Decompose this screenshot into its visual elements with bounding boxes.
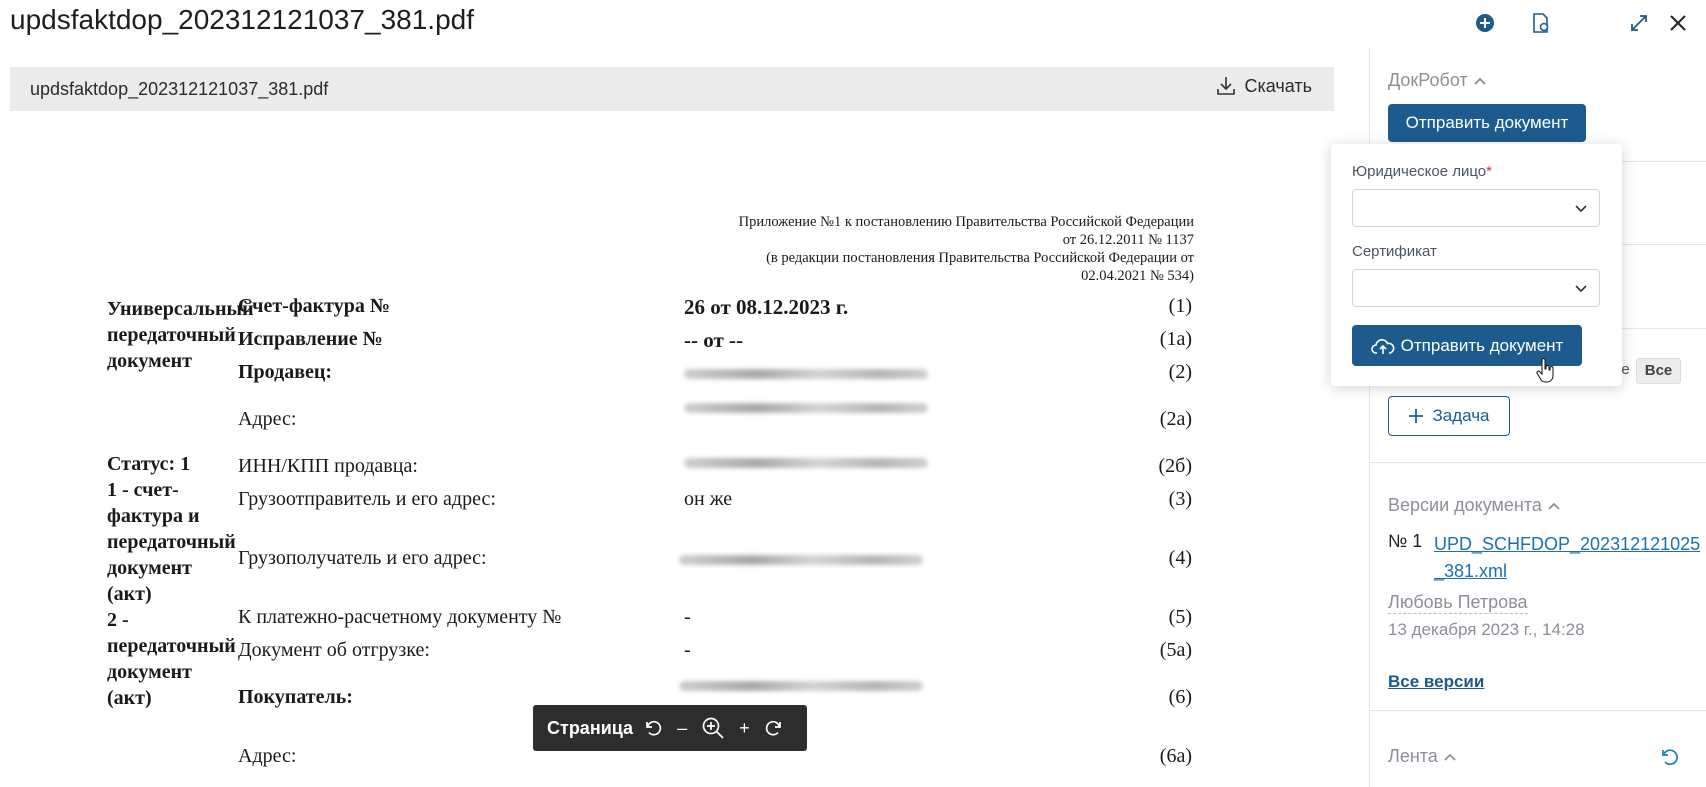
row-number: (3) [1168,488,1192,510]
rotate-right-icon[interactable] [764,718,784,738]
chevron-down-icon [1575,285,1587,293]
chevron-up-icon [1474,77,1486,85]
cloud-upload-icon [1370,338,1395,354]
redacted-value [684,369,928,379]
redacted-value [684,403,928,413]
add-task-button[interactable]: Задача [1388,396,1510,436]
status-line: Статус: 1 [107,453,191,475]
versions-header[interactable]: Версии документа [1388,495,1560,516]
refresh-icon[interactable] [1658,746,1680,768]
row-value: он же [684,488,733,510]
row-label: Документ об отгрузке: [238,639,430,661]
row-label: Грузоотправитель и его адрес: [238,488,496,510]
hand-cursor-icon [1536,358,1554,383]
feed-header[interactable]: Лента [1388,746,1456,767]
add-circle-icon[interactable] [1474,12,1496,34]
redacted-value [684,458,928,468]
expand-icon[interactable] [1628,12,1650,34]
required-mark: * [1486,163,1492,180]
add-task-label: Задача [1432,406,1490,425]
version-author[interactable]: Любовь Петрова [1388,592,1528,614]
download-label: Скачать [1244,75,1313,96]
zoom-in-button[interactable]: + [739,718,750,739]
row-label: ИНН/КПП продавца: [238,455,418,477]
row-number: (6) [1168,686,1192,708]
chevron-up-icon [1548,502,1560,510]
close-icon[interactable] [1667,12,1689,34]
feed-title: Лента [1388,746,1438,766]
row-label: Исправление № [238,328,383,350]
row-label: К платежно-расчетному документу № [238,606,562,628]
divider [1370,462,1706,463]
docrobot-header[interactable]: ДокРобот [1388,70,1486,91]
document-status: Статус: 1 1 - счет-фактура и передаточны… [107,451,236,711]
version-file-line: _381.xml [1434,561,1508,581]
row-number: (6а) [1159,745,1192,767]
rotate-left-icon[interactable] [643,718,663,738]
row-number: (2б) [1158,455,1193,477]
row-label: Счет-фактура № [238,295,390,317]
zoom-icon[interactable] [701,716,725,740]
row-label: Адрес: [238,408,297,430]
status-description: 1 - счет-фактура и передаточный документ… [107,479,236,709]
row-number: (2а) [1159,408,1192,430]
row-value: - [684,606,691,628]
document-type-title: Универсальный передаточный документ [107,298,254,372]
download-button[interactable]: Скачать [1215,75,1313,97]
header-note-line: Приложение №1 к постановлению Правительс… [738,214,1194,230]
row-label: Адрес: [238,745,297,767]
row-number: (5а) [1159,639,1192,661]
submit-send-label: Отправить документ [1400,335,1564,355]
page-label: Страница [547,717,634,738]
row-number: (5) [1168,606,1192,628]
plus-icon [1409,409,1424,423]
row-number: (1) [1168,295,1192,317]
download-icon [1216,77,1235,95]
legal-entity-select[interactable] [1352,189,1600,227]
send-document-popover: Юридическое лицо* Сертификат Отправить д… [1331,144,1622,386]
viewer-toolbar: updsfaktdop_202312121037_381.pdf Скачать [10,67,1334,111]
zoom-out-button[interactable]: – [677,718,687,739]
header-note-line: от 26.12.2011 № 1137 [1062,232,1194,248]
version-file-line: UPD_SCHFDOP_202312121025 [1434,534,1701,554]
certificate-select[interactable] [1352,269,1600,307]
row-value: 26 от 08.12.2023 г. [684,295,849,319]
document-title: updsfaktdop_202312121037_381.pdf [10,4,474,35]
legal-entity-label-text: Юридическое лицо [1352,163,1487,180]
send-document-button[interactable]: Отправить документ [1388,104,1586,142]
legal-entity-label: Юридическое лицо* [1352,163,1492,180]
redacted-value [679,681,923,691]
row-value: -- от -- [684,328,744,352]
row-value: - [684,639,691,661]
versions-title: Версии документа [1388,495,1542,515]
chevron-down-icon [1575,205,1587,213]
header-note-line: 02.04.2021 № 534) [1081,268,1194,284]
row-number: (2) [1168,361,1192,383]
document-settings-icon[interactable] [1530,12,1552,34]
chevron-up-icon [1444,753,1456,761]
header-note: Приложение №1 к постановлению Правительс… [634,213,1194,285]
viewer-file-name: updsfaktdop_202312121037_381.pdf [30,79,329,99]
all-versions-link[interactable]: Все версии [1388,672,1484,692]
row-number: (4) [1168,547,1192,569]
row-label: Продавец: [238,361,333,383]
pdf-page: Приложение №1 к постановлению Правительс… [0,111,1340,787]
row-label: Грузополучатель и его адрес: [238,547,487,569]
row-number: (1а) [1159,328,1192,350]
certificate-label: Сертификат [1352,243,1437,260]
filter-option-all[interactable]: Все [1635,358,1682,384]
page-controls: Страница – + [533,705,807,751]
docrobot-title: ДокРобот [1388,70,1468,90]
version-file-link[interactable]: UPD_SCHFDOP_202312121025 _381.xml [1434,531,1700,585]
divider [1370,710,1706,711]
row-label: Покупатель: [238,686,353,708]
version-number: № 1 [1388,531,1423,551]
version-date: 13 декабря 2023 г., 14:28 [1388,620,1585,639]
redacted-value [679,555,923,565]
header-note-line: (в редакции постановления Правительства … [766,250,1194,266]
